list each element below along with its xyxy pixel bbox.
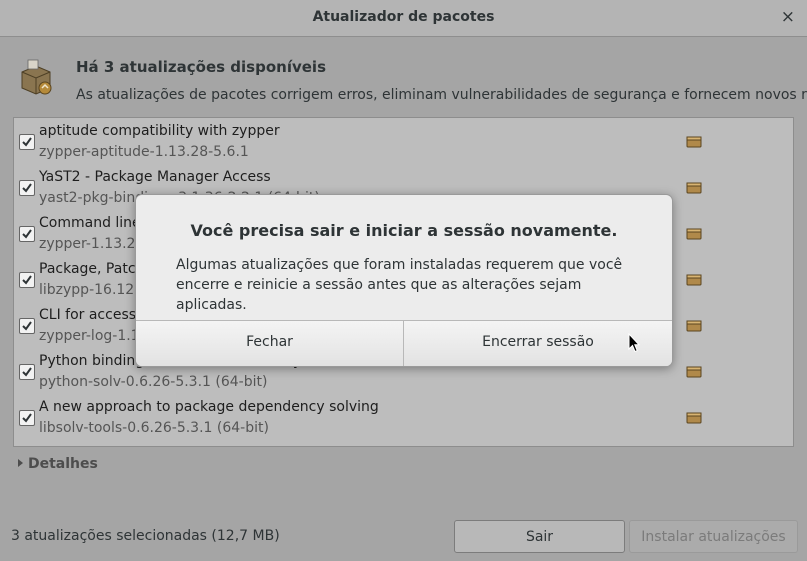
package-icon <box>686 228 702 240</box>
package-version: libsolv-tools-0.6.26-5.3.1 (64-bit) <box>39 420 269 436</box>
package-updater-window: Atualizador de pacotes × Há 3 atualizaçõ… <box>0 0 807 561</box>
package-icon <box>686 274 702 286</box>
details-label: Detalhes <box>28 456 98 472</box>
install-updates-button[interactable]: Instalar atualizações <box>629 520 798 553</box>
expander-arrow-icon <box>18 459 23 467</box>
package-row[interactable]: aptitude compatibility with zypper zyppe… <box>14 118 793 164</box>
package-version: zypper-aptitude-1.13.28-5.6.1 <box>39 144 249 160</box>
package-name: A new approach to package dependency sol… <box>39 399 379 415</box>
package-row[interactable]: A new approach to package dependency sol… <box>14 394 793 440</box>
package-updater-icon <box>21 59 52 95</box>
details-expander[interactable]: Detalhes <box>18 456 98 472</box>
package-checkbox[interactable] <box>19 134 35 150</box>
package-name: YaST2 - Package Manager Access <box>39 169 271 185</box>
package-checkbox[interactable] <box>19 318 35 334</box>
dialog-title: Você precisa sair e iniciar a sessão nov… <box>190 221 618 240</box>
package-icon <box>686 136 702 148</box>
dialog-button-bar: Fechar Encerrar sessão <box>136 320 672 366</box>
quit-button[interactable]: Sair <box>454 520 625 553</box>
selection-status: 3 atualizações selecionadas (12,7 MB) <box>11 528 280 544</box>
package-icon <box>686 412 702 424</box>
package-icon <box>686 366 702 378</box>
close-button[interactable]: Fechar <box>136 321 404 366</box>
logout-required-dialog: Você precisa sair e iniciar a sessão nov… <box>135 194 673 367</box>
package-checkbox[interactable] <box>19 226 35 242</box>
package-checkbox[interactable] <box>19 180 35 196</box>
package-icon <box>686 320 702 332</box>
package-checkbox[interactable] <box>19 410 35 426</box>
mouse-pointer-icon <box>628 333 640 353</box>
package-version: python-solv-0.6.26-5.3.1 (64-bit) <box>39 374 268 390</box>
package-name: aptitude compatibility with zypper <box>39 123 280 139</box>
title-bar: Atualizador de pacotes × <box>0 0 807 37</box>
dialog-message: Algumas atualizações que foram instalada… <box>176 257 623 313</box>
package-checkbox[interactable] <box>19 272 35 288</box>
updates-available-title: Há 3 atualizações disponíveis <box>76 58 326 76</box>
updates-description: As atualizações de pacotes corrigem erro… <box>76 87 807 103</box>
package-checkbox[interactable] <box>19 364 35 380</box>
package-icon <box>686 182 702 194</box>
window-title: Atualizador de pacotes <box>312 9 495 25</box>
close-icon[interactable]: × <box>781 7 795 27</box>
